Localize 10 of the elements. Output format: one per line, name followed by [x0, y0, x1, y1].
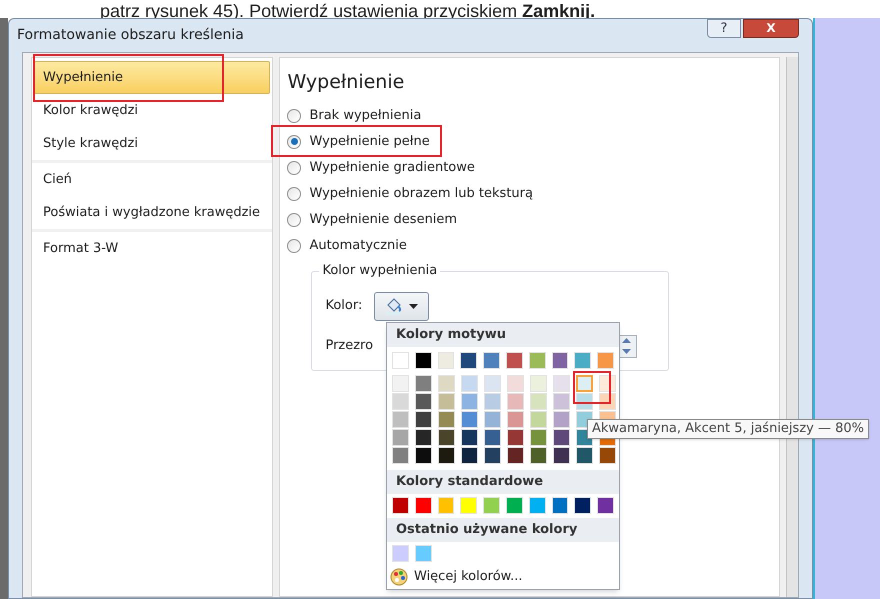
- tooltip: Akwamaryna, Akcent 5, jaśniejszy — 80%: [587, 419, 869, 439]
- menu-section-header: Kolory standardowe: [387, 470, 619, 494]
- group-title: Kolor wypełnienia: [319, 262, 440, 278]
- transparency-label: Przezro: [325, 337, 374, 356]
- menu-section-header: Kolory motywu: [387, 323, 619, 347]
- panel-heading: Wypełnienie: [287, 70, 404, 95]
- window-title: Formatowanie obszaru kreślenia: [17, 26, 244, 45]
- caption-text: patrz rysunek 45). Potwierdź ustawienia przyciskiem Zamknij.: [100, 1, 596, 21]
- color-label: Kolor:: [325, 297, 362, 316]
- menu-section-header: Ostatnio używane kolory: [387, 518, 619, 542]
